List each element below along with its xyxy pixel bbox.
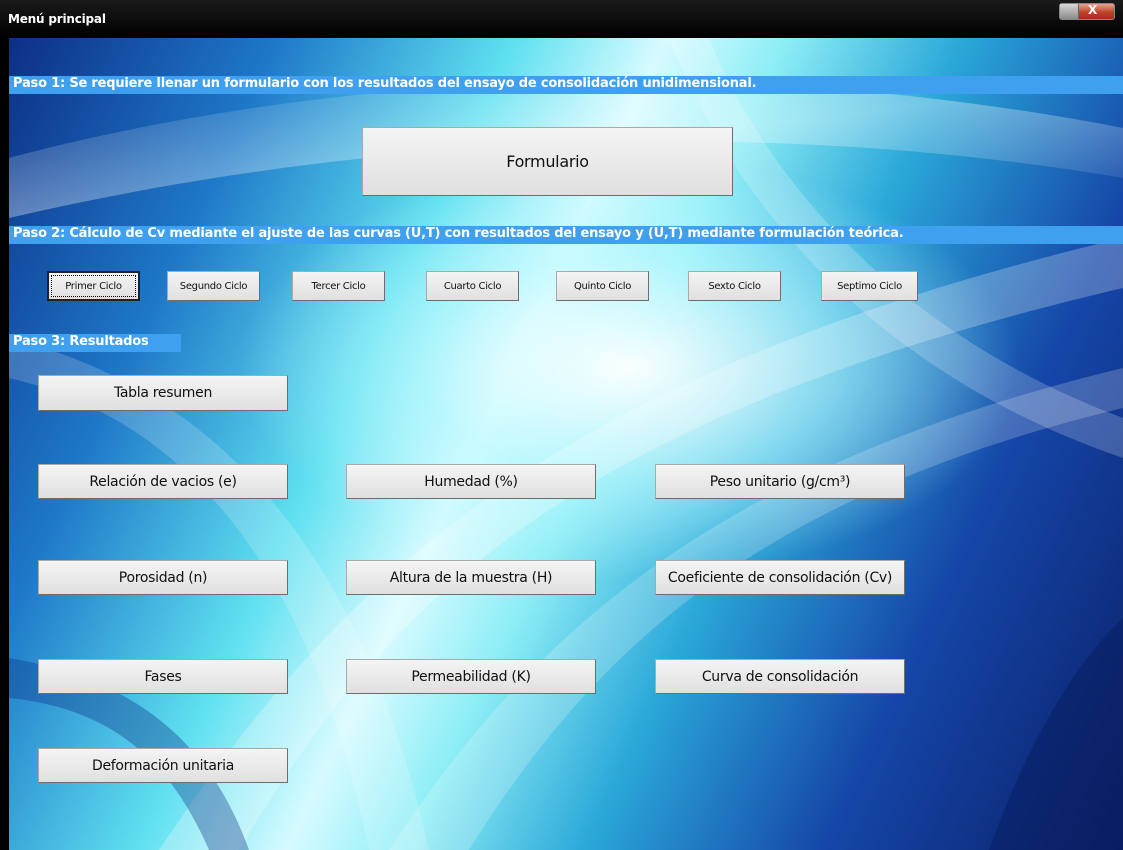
close-button[interactable]: X <box>1059 3 1115 20</box>
cycle-5-button[interactable]: Quinto Ciclo <box>556 271 649 301</box>
curva-consolidacion-button[interactable]: Curva de consolidación <box>655 659 905 694</box>
peso-unitario-button[interactable]: Peso unitario (g/cm³) <box>655 464 905 499</box>
coeficiente-consolidacion-button[interactable]: Coeficiente de consolidación (Cv) <box>655 560 905 595</box>
step3-banner: Paso 3: Resultados <box>9 334 181 352</box>
tabla-resumen-button[interactable]: Tabla resumen <box>38 375 288 411</box>
title-bar[interactable]: Menú principal X <box>0 0 1123 38</box>
cycle-7-button[interactable]: Septimo Ciclo <box>821 271 918 301</box>
altura-muestra-button[interactable]: Altura de la muestra (H) <box>346 560 596 595</box>
deformacion-unitaria-button[interactable]: Deformación unitaria <box>38 748 288 783</box>
permeabilidad-button[interactable]: Permeabilidad (K) <box>346 659 596 694</box>
cycle-2-button[interactable]: Segundo Ciclo <box>167 271 260 301</box>
step2-banner: Paso 2: Cálculo de Cv mediante el ajuste… <box>9 226 1123 244</box>
cycle-3-button[interactable]: Tercer Ciclo <box>292 271 385 301</box>
relacion-vacios-button[interactable]: Relación de vacios (e) <box>38 464 288 499</box>
cycle-6-button[interactable]: Sexto Ciclo <box>688 271 781 301</box>
window-title: Menú principal <box>8 12 106 26</box>
minimize-button[interactable] <box>1060 4 1079 19</box>
form-client-area: Paso 1: Se requiere llenar un formulario… <box>9 38 1123 850</box>
humedad-button[interactable]: Humedad (%) <box>346 464 596 499</box>
main-menu-window: Menú principal X Paso 1: Se requiere lle… <box>0 0 1123 850</box>
formulario-button[interactable]: Formulario <box>362 127 733 196</box>
cycle-1-button[interactable]: Primer Ciclo <box>47 271 140 301</box>
close-icon: X <box>1088 3 1098 17</box>
fases-button[interactable]: Fases <box>38 659 288 694</box>
step1-banner: Paso 1: Se requiere llenar un formulario… <box>9 76 1123 94</box>
porosidad-button[interactable]: Porosidad (n) <box>38 560 288 595</box>
cycle-4-button[interactable]: Cuarto Ciclo <box>426 271 519 301</box>
